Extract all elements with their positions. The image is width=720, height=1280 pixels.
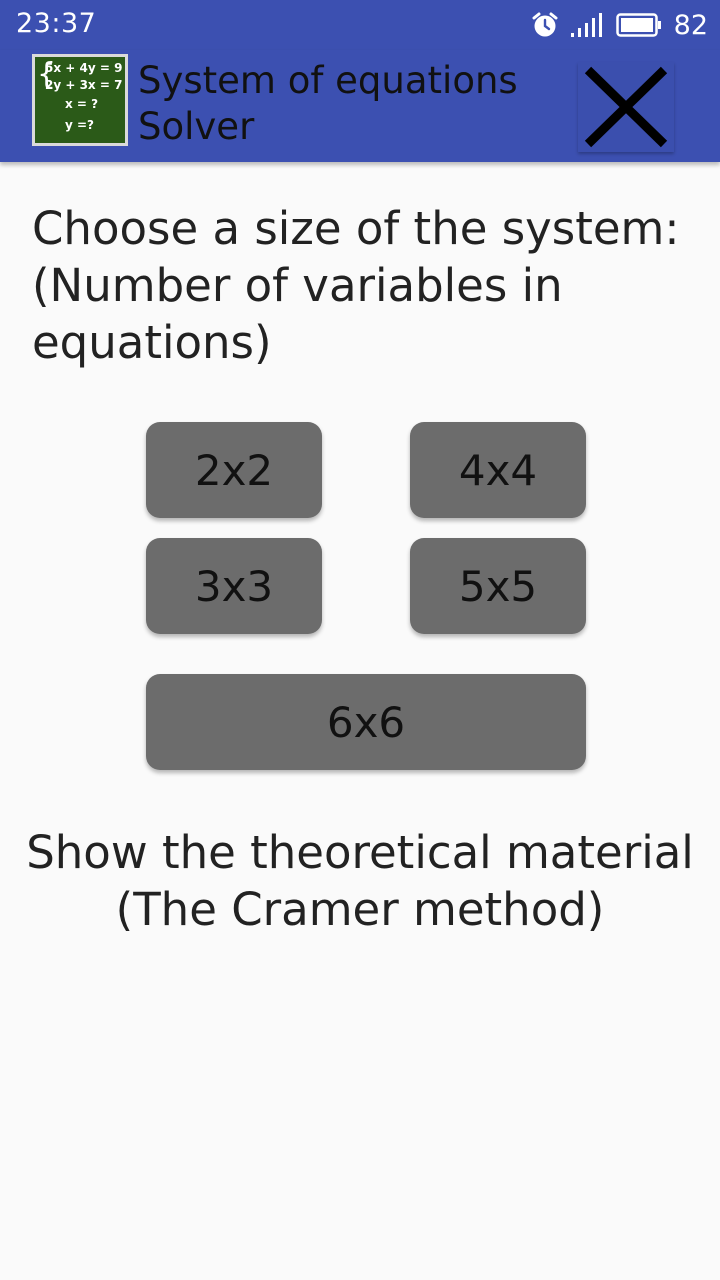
status-time: 23:37: [16, 8, 97, 39]
close-button[interactable]: [578, 62, 674, 152]
size-6x6-button[interactable]: 6x6: [146, 674, 586, 770]
battery-level: 82: [673, 9, 708, 41]
app-logo-icon: { 5x + 4y = 9 2y + 3x = 7 x = ? y =?: [32, 54, 128, 146]
signal-icon: [570, 12, 604, 38]
size-2x2-label: 2x2: [194, 445, 274, 495]
status-bar: 23:37 82: [0, 0, 720, 50]
size-6x6-label: 6x6: [326, 697, 406, 747]
logo-equation-2: 2y + 3x = 7: [45, 78, 123, 92]
app-bar: { 5x + 4y = 9 2y + 3x = 7 x = ? y =? Sys…: [0, 50, 720, 162]
size-prompt: Choose a size of the system: (Number of …: [32, 200, 702, 371]
size-4x4-button[interactable]: 4x4: [410, 422, 586, 518]
size-3x3-label: 3x3: [194, 561, 274, 611]
theory-line-1: Show the theoretical material: [26, 826, 694, 879]
theory-material-link[interactable]: Show the theoretical material (The Crame…: [0, 824, 720, 938]
prompt-line-1: Choose a size of the system:: [32, 202, 680, 255]
size-5x5-button[interactable]: 5x5: [410, 538, 586, 634]
app-title-line-2: Solver: [138, 105, 255, 148]
size-5x5-label: 5x5: [458, 561, 538, 611]
size-3x3-button[interactable]: 3x3: [146, 538, 322, 634]
alarm-icon: [532, 12, 558, 38]
prompt-line-2: (Number of variables in: [32, 259, 563, 312]
prompt-line-3: equations): [32, 316, 272, 369]
size-4x4-label: 4x4: [458, 445, 538, 495]
theory-line-2: (The Cramer method): [115, 883, 605, 936]
logo-equation-1: 5x + 4y = 9: [45, 61, 123, 75]
battery-icon: [615, 13, 662, 37]
close-icon: [584, 66, 668, 148]
app-title-line-1: System of equations: [138, 59, 518, 102]
logo-question-x: x = ?: [65, 97, 99, 111]
size-2x2-button[interactable]: 2x2: [146, 422, 322, 518]
logo-question-y: y =?: [65, 118, 95, 132]
status-icons: 82: [532, 8, 708, 42]
app-title: System of equations Solver: [138, 58, 558, 150]
